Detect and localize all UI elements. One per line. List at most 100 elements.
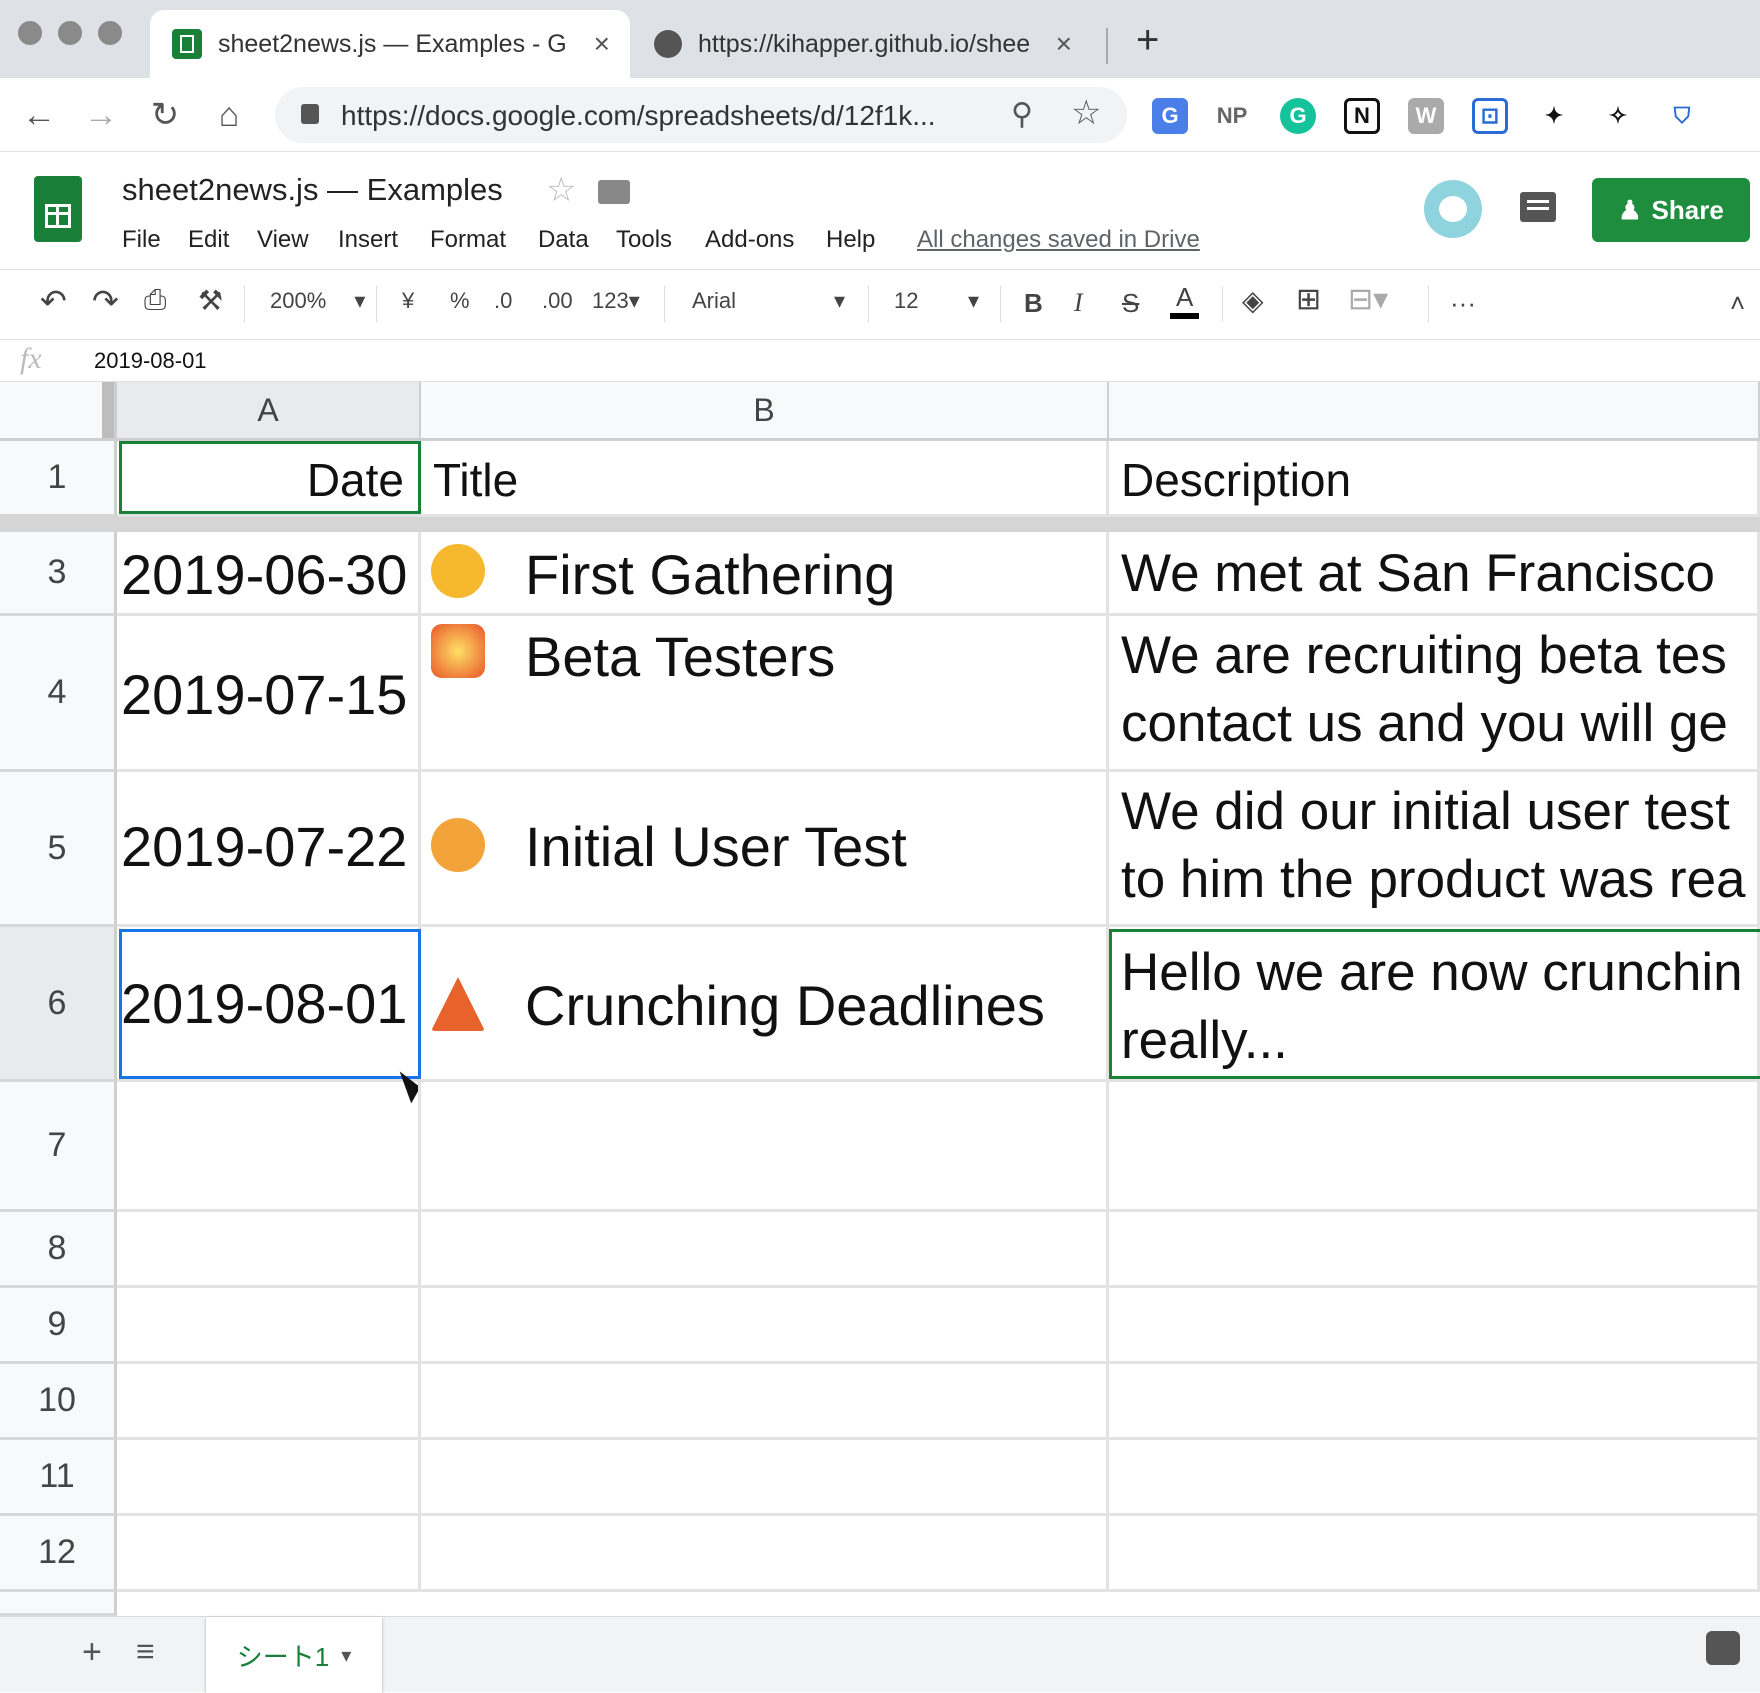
more-formats-button[interactable]: 123▾ [592, 288, 640, 314]
window-close-button[interactable] [18, 21, 42, 45]
cell-date[interactable]: 2019-07-22 [117, 772, 421, 927]
window-minimize-button[interactable] [58, 21, 82, 45]
zoom-icon[interactable]: ⚲ [1011, 97, 1033, 132]
notion-extension-icon[interactable]: N [1344, 98, 1380, 134]
home-icon[interactable]: ⌂ [204, 90, 254, 140]
close-icon[interactable]: × [594, 28, 630, 60]
row-header-3[interactable]: 3 [0, 532, 117, 616]
cell-description[interactable]: We did our initial user test to him the … [1109, 772, 1760, 927]
empty-cell[interactable] [421, 1364, 1109, 1440]
row-header-9[interactable]: 9 [0, 1288, 117, 1364]
empty-cell[interactable] [117, 1212, 421, 1288]
menu-data[interactable]: Data [538, 226, 589, 254]
empty-cell[interactable] [1109, 1212, 1760, 1288]
decrease-decimal-button[interactable]: .0 [494, 288, 512, 314]
w-extension-icon[interactable]: W [1408, 98, 1444, 134]
column-header-b[interactable]: B [421, 382, 1109, 441]
grammarly-extension-icon[interactable]: G [1280, 98, 1316, 134]
bookmark-star-icon[interactable]: ☆ [1071, 93, 1101, 133]
empty-cell[interactable] [117, 1364, 421, 1440]
cell-title[interactable]: Initial User Test [421, 772, 1109, 927]
empty-cell[interactable] [117, 1440, 421, 1516]
font-size-select[interactable]: 12 ▾ [894, 288, 990, 314]
avatar[interactable] [1424, 180, 1482, 238]
empty-cell[interactable] [421, 1082, 1109, 1212]
empty-cell[interactable] [421, 1516, 1109, 1592]
screen-extension-icon[interactable]: ⊡ [1472, 98, 1508, 134]
frozen-row-divider[interactable] [0, 517, 1760, 532]
cell-date[interactable]: 2019-06-30 [117, 532, 421, 616]
column-header-c[interactable] [1109, 382, 1760, 441]
menu-view[interactable]: View [257, 226, 309, 254]
row-header-6[interactable]: 6 [0, 927, 117, 1082]
row-header-10[interactable]: 10 [0, 1364, 117, 1440]
menu-help[interactable]: Help [826, 226, 875, 254]
row-header-4[interactable]: 4 [0, 616, 117, 772]
cell-description[interactable]: We are recruiting beta tes contact us an… [1109, 616, 1760, 772]
menu-edit[interactable]: Edit [188, 226, 229, 254]
header-cell-description[interactable]: Description [1109, 441, 1760, 517]
row-header-8[interactable]: 8 [0, 1212, 117, 1288]
menu-add-ons[interactable]: Add-ons [705, 226, 794, 254]
row-header-12[interactable]: 12 [0, 1516, 117, 1592]
chevron-up-icon[interactable]: ˄ [1730, 288, 1745, 319]
all-sheets-icon[interactable]: ≡ [136, 1633, 155, 1670]
menu-file[interactable]: File [122, 226, 161, 254]
cell-title[interactable]: Crunching Deadlines [421, 927, 1109, 1082]
more-options-button[interactable]: ··· [1450, 288, 1476, 319]
cell-title[interactable]: Beta Testers [421, 616, 1109, 772]
address-bar[interactable]: https://docs.google.com/spreadsheets/d/1… [275, 87, 1127, 143]
sheet-tab[interactable]: シート1 ▾ [206, 1617, 382, 1693]
font-select[interactable]: Arial ▾ [692, 288, 852, 314]
empty-cell[interactable] [117, 1516, 421, 1592]
cell-date[interactable]: 2019-07-15 [117, 616, 421, 772]
comments-icon[interactable] [1520, 192, 1556, 222]
empty-cell[interactable] [117, 1082, 421, 1212]
google-translate-extension-icon[interactable]: G [1152, 98, 1188, 134]
percent-format-button[interactable]: % [450, 288, 470, 314]
header-cell-title[interactable]: Title [421, 441, 1109, 517]
increase-decimal-button[interactable]: .00 [542, 288, 573, 314]
cell-title[interactable]: First Gathering [421, 532, 1109, 616]
print-icon[interactable]: ⎙ [144, 284, 166, 317]
star-icon[interactable]: ☆ [546, 170, 576, 210]
bold-button[interactable]: B [1024, 288, 1043, 319]
empty-cell[interactable] [1109, 1516, 1760, 1592]
bird-extension-icon-2[interactable]: ✧ [1600, 98, 1636, 134]
back-arrow-icon[interactable]: ← [14, 90, 64, 140]
empty-cell[interactable] [1109, 1364, 1760, 1440]
shield-extension-icon[interactable]: ⛉ [1664, 98, 1700, 134]
empty-cell[interactable] [1109, 1288, 1760, 1364]
empty-cell[interactable] [421, 1440, 1109, 1516]
explore-icon[interactable] [1706, 1631, 1740, 1665]
reload-icon[interactable]: ↻ [140, 90, 190, 140]
row-header-13[interactable] [0, 1592, 117, 1616]
italic-button[interactable]: I [1074, 288, 1083, 318]
empty-cell[interactable] [1109, 1082, 1760, 1212]
document-title[interactable]: sheet2news.js — Examples [122, 172, 503, 208]
browser-tab-sheets[interactable]: sheet2news.js — Examples - G × [150, 10, 630, 78]
browser-tab-github[interactable]: https://kihapper.github.io/shee × [640, 10, 1092, 78]
select-all-corner[interactable] [0, 382, 117, 441]
column-header-a[interactable]: A [117, 382, 421, 441]
menu-tools[interactable]: Tools [616, 226, 672, 254]
empty-cell[interactable] [117, 1288, 421, 1364]
row-header-11[interactable]: 11 [0, 1440, 117, 1516]
zoom-select[interactable]: 200% ▾ [270, 288, 365, 314]
row-header-1[interactable]: 1 [0, 441, 117, 517]
close-icon[interactable]: × [1056, 28, 1092, 60]
currency-format-button[interactable]: ¥ [402, 288, 414, 314]
np-extension-icon[interactable]: NP [1214, 98, 1250, 134]
borders-icon[interactable]: ⊞ [1296, 282, 1321, 317]
merge-cells-icon[interactable]: ⊟▾ [1348, 282, 1388, 317]
redo-icon[interactable]: ↷ [92, 282, 119, 320]
paint-format-icon[interactable]: ⚒ [198, 284, 223, 317]
forward-arrow-icon[interactable]: → [76, 90, 126, 140]
strikethrough-button[interactable]: S [1122, 288, 1139, 319]
cell-description[interactable]: We met at San Francisco [1109, 532, 1760, 616]
undo-icon[interactable]: ↶ [40, 282, 67, 320]
text-color-button[interactable]: A [1170, 282, 1200, 319]
new-tab-button[interactable]: + [1136, 18, 1159, 63]
row-header-5[interactable]: 5 [0, 772, 117, 927]
bird-extension-icon[interactable]: ✦ [1536, 98, 1572, 134]
